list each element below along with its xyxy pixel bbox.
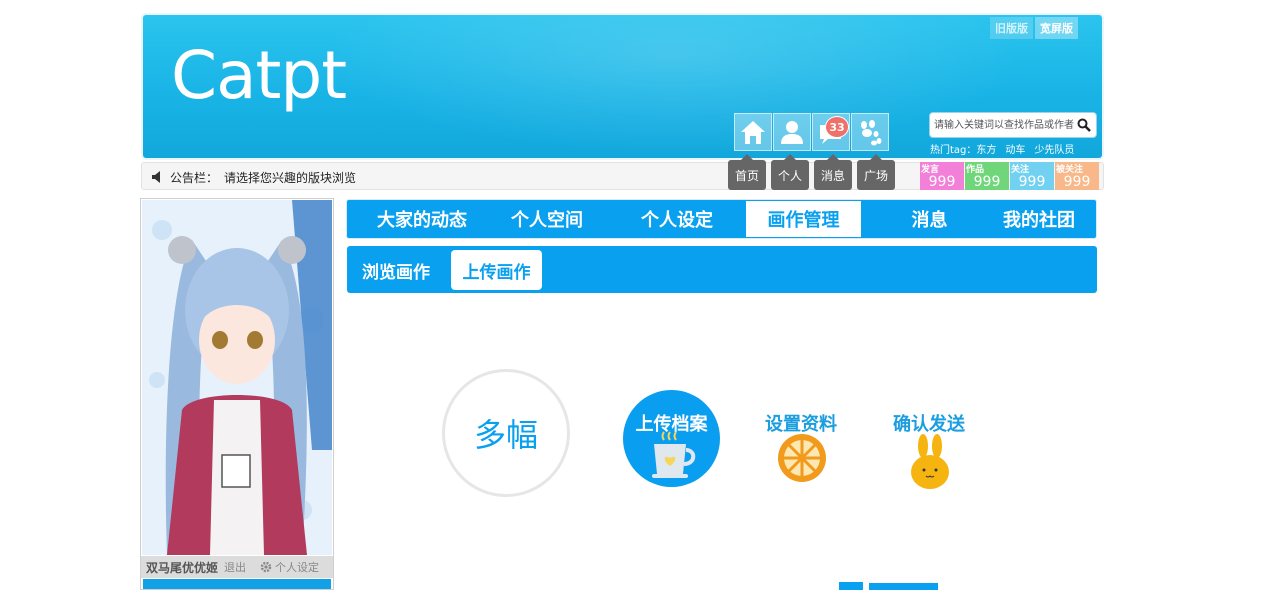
- step-upload-file[interactable]: 上传档案: [623, 390, 720, 487]
- cup-icon: [652, 431, 696, 478]
- gear-icon: [260, 561, 272, 573]
- profile-settings-label: 个人设定: [275, 561, 320, 574]
- upload-mode-multi[interactable]: 多幅: [442, 369, 570, 497]
- stat-value: 999: [1018, 174, 1046, 190]
- bunny-icon: [911, 434, 949, 489]
- stat-followers[interactable]: 被关注 999: [1055, 162, 1099, 190]
- stat-value: 999: [928, 174, 956, 190]
- stat-value: 999: [1063, 174, 1091, 190]
- version-switch: 旧版版 宽屏版: [990, 17, 1078, 39]
- tab-upload-artwork[interactable]: 上传画作: [451, 250, 542, 290]
- search-icon: [1077, 118, 1091, 132]
- stat-following[interactable]: 关注 999: [1010, 162, 1054, 190]
- notice-text: 请选择您兴趣的版块浏览: [224, 171, 357, 185]
- speaker-icon: [152, 171, 160, 183]
- quick-nav-home[interactable]: 首页: [728, 154, 767, 190]
- stat-posts[interactable]: 发言 999: [920, 162, 964, 190]
- quick-nav: 首页 个人 消息 广场: [728, 154, 896, 190]
- hot-tags-label: 热门tag：: [930, 145, 977, 156]
- profile-bar: 双马尾优优姬 退出 个人设定: [141, 556, 333, 578]
- quick-nav-messages[interactable]: 消息: [814, 154, 853, 190]
- nav-personal-settings[interactable]: 个人设定: [627, 201, 727, 237]
- avatar[interactable]: [142, 200, 332, 555]
- user-icon: [781, 121, 803, 144]
- home-tile[interactable]: [734, 113, 772, 151]
- home-icon: [741, 121, 765, 144]
- nav-everyone-activity[interactable]: 大家的动态: [362, 201, 482, 237]
- header-icon-tiles: 33: [734, 113, 889, 151]
- step-label-confirm-send: 确认发送: [893, 414, 965, 435]
- pagination-item[interactable]: [839, 582, 863, 590]
- hot-tag-link[interactable]: 东方: [976, 141, 996, 156]
- orange-icon: [778, 434, 826, 482]
- tab-browse-artwork[interactable]: 浏览画作: [351, 250, 441, 290]
- nav-personal-space[interactable]: 个人空间: [497, 201, 597, 237]
- message-tile[interactable]: 33: [812, 113, 850, 151]
- header-banner: Catpt 旧版版 宽屏版 33 请输入关键词以查找作品或作者 热门tag： 东…: [141, 13, 1104, 160]
- search-box: [929, 112, 1097, 138]
- hot-tags: 热门tag： 东方 动车 少先队员: [930, 141, 1074, 156]
- hot-tag-link[interactable]: 少先队员: [1034, 141, 1074, 156]
- user-tile[interactable]: [773, 113, 811, 151]
- notice-label: 公告栏：: [170, 171, 219, 185]
- search-input[interactable]: [934, 115, 1074, 135]
- profile-bottom-strip: [143, 579, 331, 589]
- page-wrapper: Catpt 旧版版 宽屏版 33 请输入关键词以查找作品或作者 热门tag： 东…: [138, 10, 1107, 590]
- main-nav: 大家的动态 个人空间 个人设定 画作管理 消息 我的社团: [346, 199, 1097, 239]
- logout-link[interactable]: 退出: [224, 559, 246, 575]
- quick-nav-personal[interactable]: 个人: [771, 154, 810, 190]
- square-tile[interactable]: [851, 113, 889, 151]
- quick-nav-square[interactable]: 广场: [857, 154, 896, 190]
- site-logo[interactable]: Catpt: [171, 43, 347, 109]
- search-button[interactable]: [1074, 115, 1094, 135]
- stat-works[interactable]: 作品 999: [965, 162, 1009, 190]
- profile-settings-link[interactable]: 个人设定: [260, 559, 319, 575]
- nav-messages[interactable]: 消息: [892, 201, 967, 237]
- pagination-item[interactable]: [869, 583, 938, 590]
- nav-my-club[interactable]: 我的社团: [989, 201, 1089, 237]
- stat-value: 999: [973, 174, 1001, 190]
- nav-artwork-management[interactable]: 画作管理: [746, 201, 861, 237]
- username[interactable]: 双马尾优优姬: [146, 559, 218, 576]
- user-stats: 发言 999 作品 999 关注 999 被关注 999: [920, 162, 1099, 190]
- message-count-badge: 33: [825, 116, 849, 138]
- sub-nav: 浏览画作 上传画作: [347, 246, 1097, 293]
- version-wide-button[interactable]: 宽屏版: [1035, 17, 1078, 39]
- paw-icon: [861, 120, 882, 146]
- version-classic-button[interactable]: 旧版版: [990, 17, 1033, 39]
- profile-card: 双马尾优优姬 退出 个人设定: [140, 198, 334, 590]
- hot-tag-link[interactable]: 动车: [1005, 141, 1025, 156]
